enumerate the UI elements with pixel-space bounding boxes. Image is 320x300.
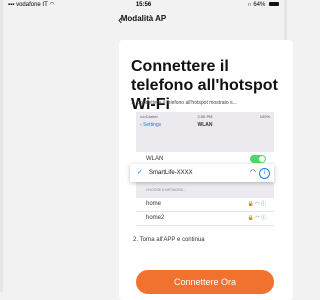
info-icon: i xyxy=(259,168,270,179)
illustration-time: 2:56 PM xyxy=(197,114,213,119)
wifi-signal-icon: ◠ xyxy=(249,169,256,176)
navigation-bar: ‹ Modalità AP xyxy=(0,11,287,29)
network-row: home2 🔒 ◠ ⓘ xyxy=(136,212,274,226)
status-time: 15:56 xyxy=(135,2,152,8)
illustration-battery: 100% xyxy=(259,114,270,119)
headphones-icon: ∩ xyxy=(247,2,252,8)
step-one-text: 1. Connettere il telefono all'hotspot mo… xyxy=(131,100,237,106)
illustration-section-label: CHOOSE A NETWORK... xyxy=(146,188,186,192)
network-icons: 🔒 ◠ ⓘ xyxy=(247,201,266,207)
selected-network-row: ✓ SmartLife-XXXX ◠ i xyxy=(130,164,274,182)
selected-network-name: SmartLife-XXXX xyxy=(149,170,193,176)
checkmark-icon: ✓ xyxy=(137,169,143,176)
illustration-nav: ‹ Settings WLAN xyxy=(140,122,270,132)
battery-icon xyxy=(269,2,279,7)
status-bar: ▪▪▪ vodafone IT ◠ 15:56 ∩ 64% xyxy=(8,0,279,10)
left-frame xyxy=(0,0,3,292)
illustration-status-bar: ••••Carrier 2:56 PM 100% xyxy=(140,114,270,119)
page-title: Modalità AP xyxy=(120,14,167,23)
illustration-title: WLAN xyxy=(197,122,213,128)
battery-status: ∩ 64% xyxy=(247,0,279,10)
connect-now-button[interactable]: Connettere Ora xyxy=(136,270,274,294)
network-row: home 🔒 ◠ ⓘ xyxy=(136,198,274,212)
wlan-toggle-icon xyxy=(250,155,266,163)
step-two-text: 2. Torna all'APP e continua xyxy=(133,237,205,243)
network-icons: 🔒 ◠ ⓘ xyxy=(247,215,266,221)
